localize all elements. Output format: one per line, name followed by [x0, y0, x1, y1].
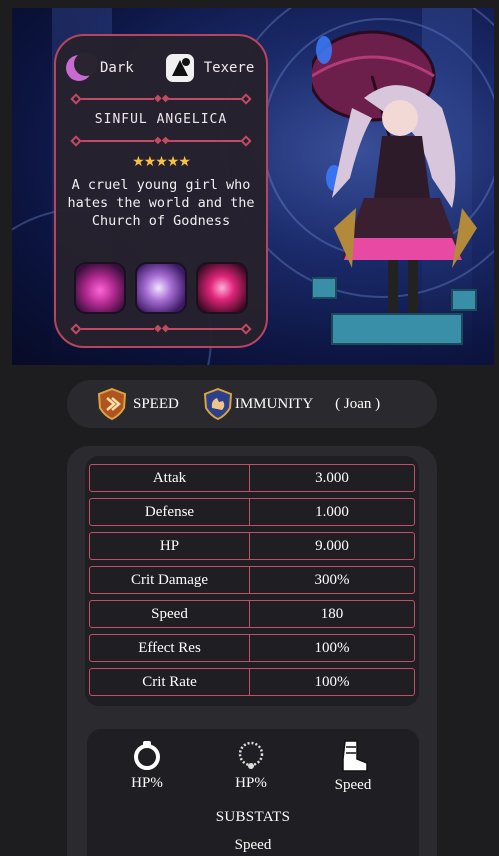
star-rating: ★★★★★: [132, 155, 191, 170]
set-2-label: IMMUNITY: [234, 395, 314, 412]
hero-info-card: Dark Texere ◆◆ SINFUL ANGELICA ◆◆ ★★★★★ …: [54, 34, 268, 348]
stat-value: 100%: [314, 674, 350, 690]
stat-row: Attak 3.000: [89, 464, 415, 492]
substat-item: Speed: [234, 837, 272, 853]
stat-label: Attak: [90, 465, 250, 491]
necklace-main-stat: HP%: [211, 739, 291, 792]
class-label: Texere: [203, 60, 255, 76]
divider: ◆◆: [70, 135, 252, 147]
necklace-stat-label: HP%: [235, 775, 267, 791]
speed-set[interactable]: SPEED: [97, 388, 179, 420]
artifact-label: ( Joan ): [335, 395, 381, 412]
hero-name: SINFUL ANGELICA: [94, 112, 228, 127]
boots-main-stat: Speed: [313, 739, 393, 794]
equipment-sets-bar: SPEED IMMUNITY ( Joan ): [67, 380, 437, 428]
boots-icon: [342, 740, 368, 772]
ring-icon: [134, 741, 160, 770]
set-1-label: SPEED: [133, 395, 179, 412]
stat-row: Crit Rate 100%: [89, 668, 415, 696]
hero-banner: Dark Texere ◆◆ SINFUL ANGELICA ◆◆ ★★★★★ …: [12, 8, 494, 365]
texere-class-icon: [165, 54, 194, 82]
stat-label: HP: [90, 533, 250, 559]
divider: ◆◆: [70, 93, 252, 105]
skill-1-icon[interactable]: [74, 262, 126, 314]
hero-description: A cruel young girl who hates the world a…: [67, 177, 255, 229]
stat-label: Crit Rate: [90, 669, 250, 695]
divider: ◆◆: [70, 323, 252, 335]
stat-value: 300%: [314, 572, 350, 588]
stat-label: Speed: [90, 601, 250, 627]
stat-row: Crit Damage 300%: [89, 566, 415, 594]
stat-row: HP 9.000: [89, 532, 415, 560]
main-stats-panel: HP% HP% Speed SUBSTATS Speed: [87, 729, 419, 856]
stats-section: Attak 3.000 Defense 1.000 HP 9.000 Crit …: [67, 446, 437, 856]
stat-value: 1.000: [315, 504, 349, 520]
skill-2-icon[interactable]: [135, 262, 187, 314]
substats-title: SUBSTATS: [215, 809, 291, 825]
stat-label: Defense: [90, 499, 250, 525]
skill-3-icon[interactable]: [196, 262, 248, 314]
hero-portrait: [312, 30, 477, 345]
necklace-icon: [238, 741, 264, 769]
stat-value: 3.000: [315, 470, 349, 486]
stat-label: Effect Res: [90, 635, 250, 661]
stat-value: 100%: [314, 640, 350, 656]
stat-row: Effect Res 100%: [89, 634, 415, 662]
dark-element-icon: [66, 52, 98, 81]
speed-set-icon: [97, 388, 127, 420]
stat-row: Defense 1.000: [89, 498, 415, 526]
immunity-set[interactable]: IMMUNITY: [203, 388, 313, 420]
stat-row: Speed 180: [89, 600, 415, 628]
ring-main-stat: HP%: [107, 739, 187, 792]
stat-value: 9.000: [315, 538, 349, 554]
stats-table: Attak 3.000 Defense 1.000 HP 9.000 Crit …: [85, 456, 419, 706]
stat-label: Crit Damage: [90, 567, 250, 593]
boots-stat-label: Speed: [334, 777, 372, 793]
stat-value: 180: [320, 606, 344, 622]
immunity-set-icon: [203, 388, 232, 420]
ring-stat-label: HP%: [131, 775, 163, 791]
element-label: Dark: [100, 60, 134, 76]
